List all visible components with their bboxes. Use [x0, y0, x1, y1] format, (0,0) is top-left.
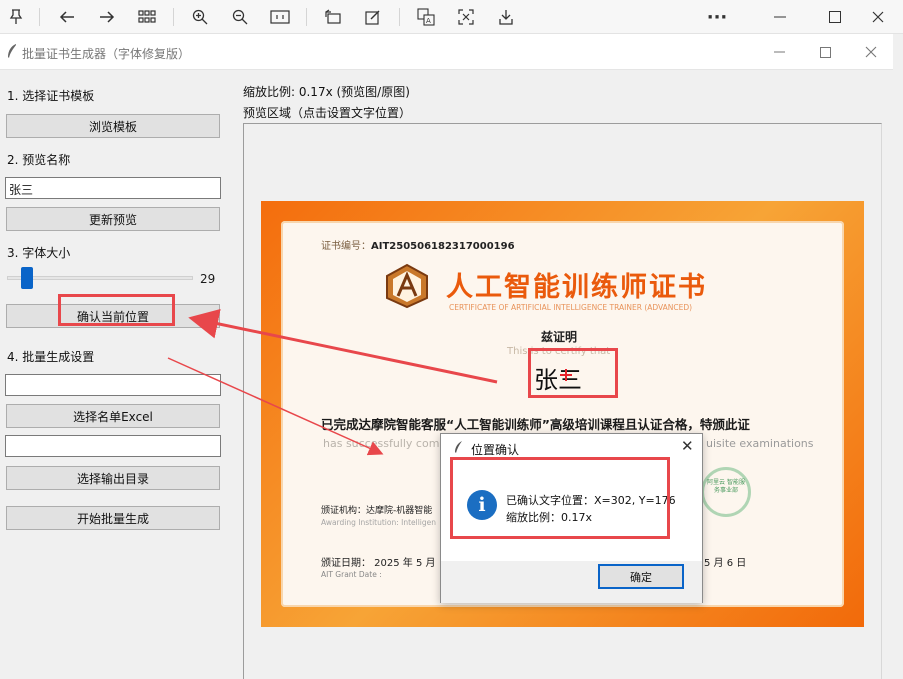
- svg-text:A: A: [426, 17, 431, 25]
- app-minimize-icon[interactable]: [769, 42, 789, 62]
- certificate-zhengming: 兹证明: [541, 330, 578, 344]
- excel-path-input[interactable]: [5, 374, 221, 396]
- confirm-button-highlight: [58, 294, 175, 326]
- dialog-feather-icon: [453, 440, 463, 457]
- pin-icon[interactable]: [4, 5, 28, 29]
- maximize-icon[interactable]: [823, 5, 847, 29]
- certificate-logo-icon: [383, 263, 431, 312]
- rotate-icon[interactable]: [321, 5, 345, 29]
- certificate-date-end: 5 月 6 日: [704, 558, 747, 569]
- minimize-icon[interactable]: [768, 5, 792, 29]
- app-title: 批量证书生成器（字体修复版）: [22, 47, 191, 61]
- forward-arrow-icon[interactable]: [95, 5, 119, 29]
- section-template-label: 1. 选择证书模板: [7, 89, 95, 103]
- download-icon[interactable]: [494, 5, 518, 29]
- certificate-title: 人工智能训练师证书: [446, 272, 707, 303]
- section-batch-label: 4. 批量生成设置: [7, 350, 95, 364]
- feather-icon: [6, 43, 18, 62]
- certificate-english-text: has successfully com: [323, 437, 440, 450]
- app-close-icon[interactable]: [861, 42, 881, 62]
- certificate-date-en: AIT Grant Date :: [321, 570, 382, 579]
- fit-width-icon[interactable]: [268, 5, 292, 29]
- start-batch-button[interactable]: 开始批量生成: [6, 506, 220, 530]
- certificate-seal-text: 阿里云 智能服务事业部: [707, 479, 745, 494]
- dialog-ok-button[interactable]: 确定: [598, 564, 684, 589]
- certificate-issuer-en: Awarding Institution: Intelligen: [321, 518, 437, 527]
- app-titlebar: 批量证书生成器（字体修复版）: [0, 34, 893, 70]
- font-size-slider-thumb[interactable]: [21, 267, 33, 289]
- zoom-out-icon[interactable]: [228, 5, 252, 29]
- zoom-in-icon[interactable]: [188, 5, 212, 29]
- certificate-body-text: 已完成达摩院智能客服“人工智能训练师”高级培训课程且认证合格，特颁此证: [321, 417, 750, 432]
- certificate-english-text-end: uisite examinations: [706, 437, 814, 450]
- certificate-subtitle: CERTIFICATE OF ARTIFICIAL INTELLIGENCE T…: [449, 303, 693, 312]
- preview-area-label: 预览区域（点击设置文字位置）: [243, 106, 412, 120]
- name-input[interactable]: 张三: [5, 177, 221, 199]
- more-icon[interactable]: ···: [705, 5, 729, 29]
- dialog-title: 位置确认: [471, 443, 520, 457]
- select-output-button[interactable]: 选择输出目录: [6, 466, 220, 490]
- close-icon[interactable]: [866, 5, 890, 29]
- crop-icon[interactable]: [454, 5, 478, 29]
- edit-icon[interactable]: [361, 5, 385, 29]
- dialog-close-icon[interactable]: ✕: [681, 437, 694, 455]
- translate-icon[interactable]: A: [414, 5, 438, 29]
- name-highlight-box: [528, 348, 618, 398]
- viewer-toolbar: A ···: [0, 0, 903, 34]
- section-font-size-label: 3. 字体大小: [7, 246, 71, 260]
- position-confirm-dialog: 位置确认 ✕ i 已确认文字位置：X=302, Y=176 缩放比例：0.17x…: [440, 433, 703, 603]
- scale-text: 缩放比例: 0.17x (预览图/原图): [243, 85, 410, 99]
- back-arrow-icon[interactable]: [55, 5, 79, 29]
- update-preview-button[interactable]: 更新预览: [6, 207, 220, 231]
- font-size-value: 29: [200, 272, 216, 286]
- certificate-issuer: 颁证机构：达摩院-机器智能: [321, 506, 433, 516]
- dialog-highlight-box: [450, 457, 670, 539]
- app-maximize-icon[interactable]: [815, 42, 835, 62]
- browse-template-button[interactable]: 浏览模板: [6, 114, 220, 138]
- font-size-slider-track[interactable]: [7, 276, 193, 280]
- certificate-number: 证书编号：AIT2505061823170001​96: [321, 241, 515, 252]
- section-preview-name-label: 2. 预览名称: [7, 153, 71, 167]
- certificate-date: 颁证日期： 2025 年 5 月: [321, 558, 436, 569]
- output-path-input[interactable]: [5, 435, 221, 457]
- select-excel-button[interactable]: 选择名单Excel: [6, 404, 220, 428]
- grid-icon[interactable]: [135, 5, 159, 29]
